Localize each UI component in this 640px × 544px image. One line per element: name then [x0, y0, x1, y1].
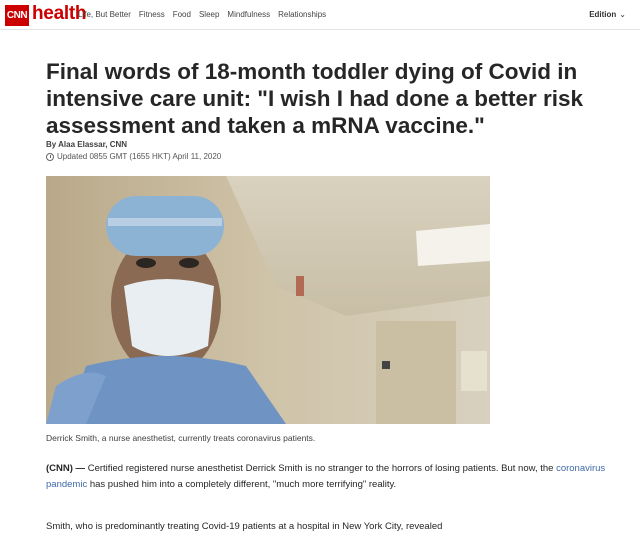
- article-paragraph-2: Smith, who is predominantly treating Cov…: [46, 521, 443, 532]
- article-paragraph-1: (CNN) — Certified registered nurse anest…: [46, 461, 606, 493]
- edition-selector[interactable]: Edition ⌄: [589, 10, 626, 19]
- paragraph-text: Certified registered nurse anesthetist D…: [87, 463, 557, 474]
- source-tag: (CNN): [46, 463, 73, 474]
- paragraph-text: has pushed him into a completely differe…: [87, 479, 397, 490]
- top-navigation-bar: CNN health Life, But Better Fitness Food…: [0, 0, 640, 30]
- photo-caption: Derrick Smith, a nurse anesthetist, curr…: [46, 433, 316, 443]
- article-headline: Final words of 18-month toddler dying of…: [46, 59, 584, 138]
- nurse-selfie-image: [46, 176, 490, 424]
- section-nav: Life, But Better Fitness Food Sleep Mind…: [78, 10, 326, 19]
- edition-label: Edition: [589, 10, 617, 19]
- article-photo[interactable]: [46, 176, 490, 424]
- source-dash: —: [72, 463, 88, 474]
- updated-text: Updated 0855 GMT (1655 HKT) April 11, 20…: [57, 152, 222, 161]
- updated-timestamp: Updated 0855 GMT (1655 HKT) April 11, 20…: [46, 152, 221, 161]
- nav-item-mindfulness[interactable]: Mindfulness: [227, 10, 270, 19]
- nav-item-sleep[interactable]: Sleep: [199, 10, 219, 19]
- chevron-down-icon: ⌄: [619, 10, 626, 19]
- clock-icon: [46, 152, 54, 161]
- article-byline[interactable]: By Alaa Elassar, CNN: [46, 140, 127, 149]
- nav-item-fitness[interactable]: Fitness: [139, 10, 165, 19]
- nav-item-food[interactable]: Food: [173, 10, 191, 19]
- nav-item-life-but-better[interactable]: Life, But Better: [78, 10, 131, 19]
- nav-item-relationships[interactable]: Relationships: [278, 10, 326, 19]
- cnn-logo[interactable]: CNN: [5, 5, 29, 26]
